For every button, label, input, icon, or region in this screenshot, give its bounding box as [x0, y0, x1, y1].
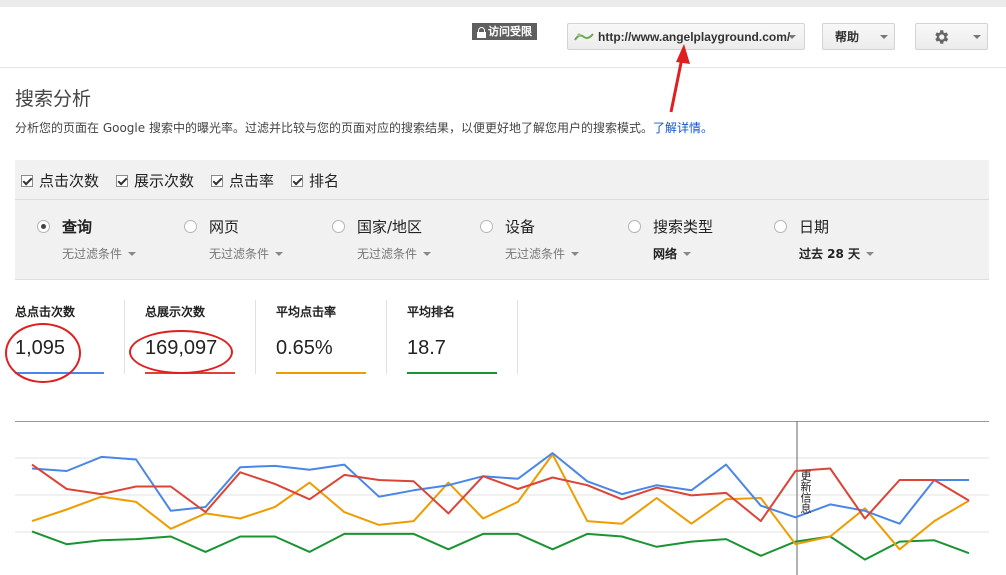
metric-checkboxes: 点击次数 展示次数 点击率 排名 [21, 170, 356, 191]
checkbox-icon[interactable] [291, 174, 304, 187]
chart-series [31, 452, 970, 561]
dimension-devices[interactable]: 设备 无过滤条件 [480, 216, 580, 262]
chevron-down-icon [973, 35, 981, 39]
chevron-down-icon [571, 251, 580, 256]
dimension-query[interactable]: 查询 无过滤条件 [37, 216, 137, 262]
total-value: 18.7 [407, 337, 446, 359]
metric-label: 展示次数 [134, 172, 195, 190]
filter-label: 无过滤条件 [505, 247, 566, 261]
filter-label: 无过滤条件 [62, 247, 123, 261]
chevron-down-icon [128, 251, 137, 256]
lock-icon [477, 26, 486, 38]
update-info-label[interactable]: 更新信息 [799, 470, 813, 514]
metric-checkbox-impressions[interactable]: 展示次数 [116, 170, 194, 191]
dimension-filter-dropdown[interactable]: 网络 [653, 245, 713, 262]
checkbox-icon[interactable] [211, 174, 224, 187]
divider [386, 300, 387, 374]
chevron-down-icon [788, 35, 796, 39]
dimension-label: 设备 [505, 218, 536, 236]
site-url-label: http://www.angelplayground.com/ [598, 29, 791, 44]
access-restricted-badge: 访问受限 [472, 23, 537, 40]
dimension-pages[interactable]: 网页 无过滤条件 [184, 216, 284, 262]
top-strip [0, 0, 1006, 7]
filter-label: 网络 [653, 247, 678, 261]
checkbox-icon[interactable] [116, 174, 129, 187]
page-description: 分析您的页面在 Google 搜索中的曝光率。过滤并比较与您的页面对应的搜索结果… [15, 119, 713, 136]
site-logo-icon [574, 32, 594, 41]
site-selector-button[interactable]: http://www.angelplayground.com/ [567, 23, 805, 50]
dimension-label: 查询 [62, 218, 93, 236]
dimension-countries[interactable]: 国家/地区 无过滤条件 [332, 216, 432, 262]
red-annotation-oval [129, 330, 233, 374]
metric-checkbox-position[interactable]: 排名 [291, 170, 339, 191]
divider [124, 300, 125, 374]
dimension-search-type[interactable]: 搜索类型 网络 [628, 216, 713, 262]
series-line-position [31, 530, 970, 561]
help-button[interactable]: 帮助 [822, 23, 895, 50]
series-color-bar [276, 372, 366, 374]
metric-label: 点击次数 [39, 172, 100, 190]
metric-checkbox-ctr[interactable]: 点击率 [211, 170, 274, 191]
dimension-label: 搜索类型 [653, 218, 714, 236]
radio-icon[interactable] [628, 220, 641, 233]
dimension-label: 国家/地区 [357, 218, 423, 236]
dimension-filter-dropdown[interactable]: 无过滤条件 [209, 245, 284, 262]
dimension-dates[interactable]: 日期 过去 28 天 [774, 216, 875, 262]
dimension-filter-dropdown[interactable]: 无过滤条件 [62, 245, 137, 262]
settings-button[interactable] [915, 23, 988, 50]
radio-icon[interactable] [774, 220, 787, 233]
radio-icon[interactable] [480, 220, 493, 233]
red-annotation-oval [5, 323, 81, 383]
learn-more-link[interactable]: 了解详情。 [653, 121, 713, 135]
dimension-filter-dropdown[interactable]: 无过滤条件 [357, 245, 432, 262]
total-ctr: 平均点击率 0.65% [276, 303, 366, 374]
total-label: 总点击次数 [15, 305, 76, 319]
checkbox-icon[interactable] [21, 174, 33, 187]
dimension-label: 日期 [799, 218, 830, 236]
chevron-down-icon [866, 251, 875, 256]
gear-icon [935, 30, 949, 44]
dimension-label: 网页 [209, 218, 240, 236]
metric-label: 排名 [309, 172, 340, 190]
radio-selected-icon[interactable] [37, 220, 50, 233]
performance-chart [15, 421, 989, 575]
total-label: 平均排名 [407, 305, 456, 319]
total-label: 平均点击率 [276, 305, 337, 319]
page-title: 搜索分析 [15, 88, 92, 110]
dimension-filter-dropdown[interactable]: 无过滤条件 [505, 245, 580, 262]
page-description-text: 分析您的页面在 Google 搜索中的曝光率。过滤并比较与您的页面对应的搜索结果… [15, 121, 653, 135]
filter-label: 无过滤条件 [357, 247, 418, 261]
metric-label: 点击率 [229, 172, 275, 190]
metric-checkbox-clicks[interactable]: 点击次数 [21, 170, 99, 191]
filter-label: 无过滤条件 [209, 247, 270, 261]
total-value: 0.65% [276, 337, 333, 359]
chevron-down-icon [880, 35, 888, 39]
chevron-down-icon [423, 251, 432, 256]
radio-icon[interactable] [184, 220, 197, 233]
total-label: 总展示次数 [145, 305, 206, 319]
filter-label: 过去 28 天 [799, 247, 861, 261]
total-position: 平均排名 18.7 [407, 303, 497, 374]
series-line-impressions [31, 463, 970, 523]
divider [517, 300, 518, 374]
help-button-label: 帮助 [835, 30, 860, 44]
chevron-down-icon [275, 251, 284, 256]
dimension-filter-dropdown[interactable]: 过去 28 天 [799, 245, 875, 262]
chevron-down-icon [683, 251, 692, 256]
access-badge-label: 访问受限 [488, 25, 532, 38]
series-color-bar [407, 372, 497, 374]
divider [255, 300, 256, 374]
radio-icon[interactable] [332, 220, 345, 233]
divider [15, 199, 989, 200]
